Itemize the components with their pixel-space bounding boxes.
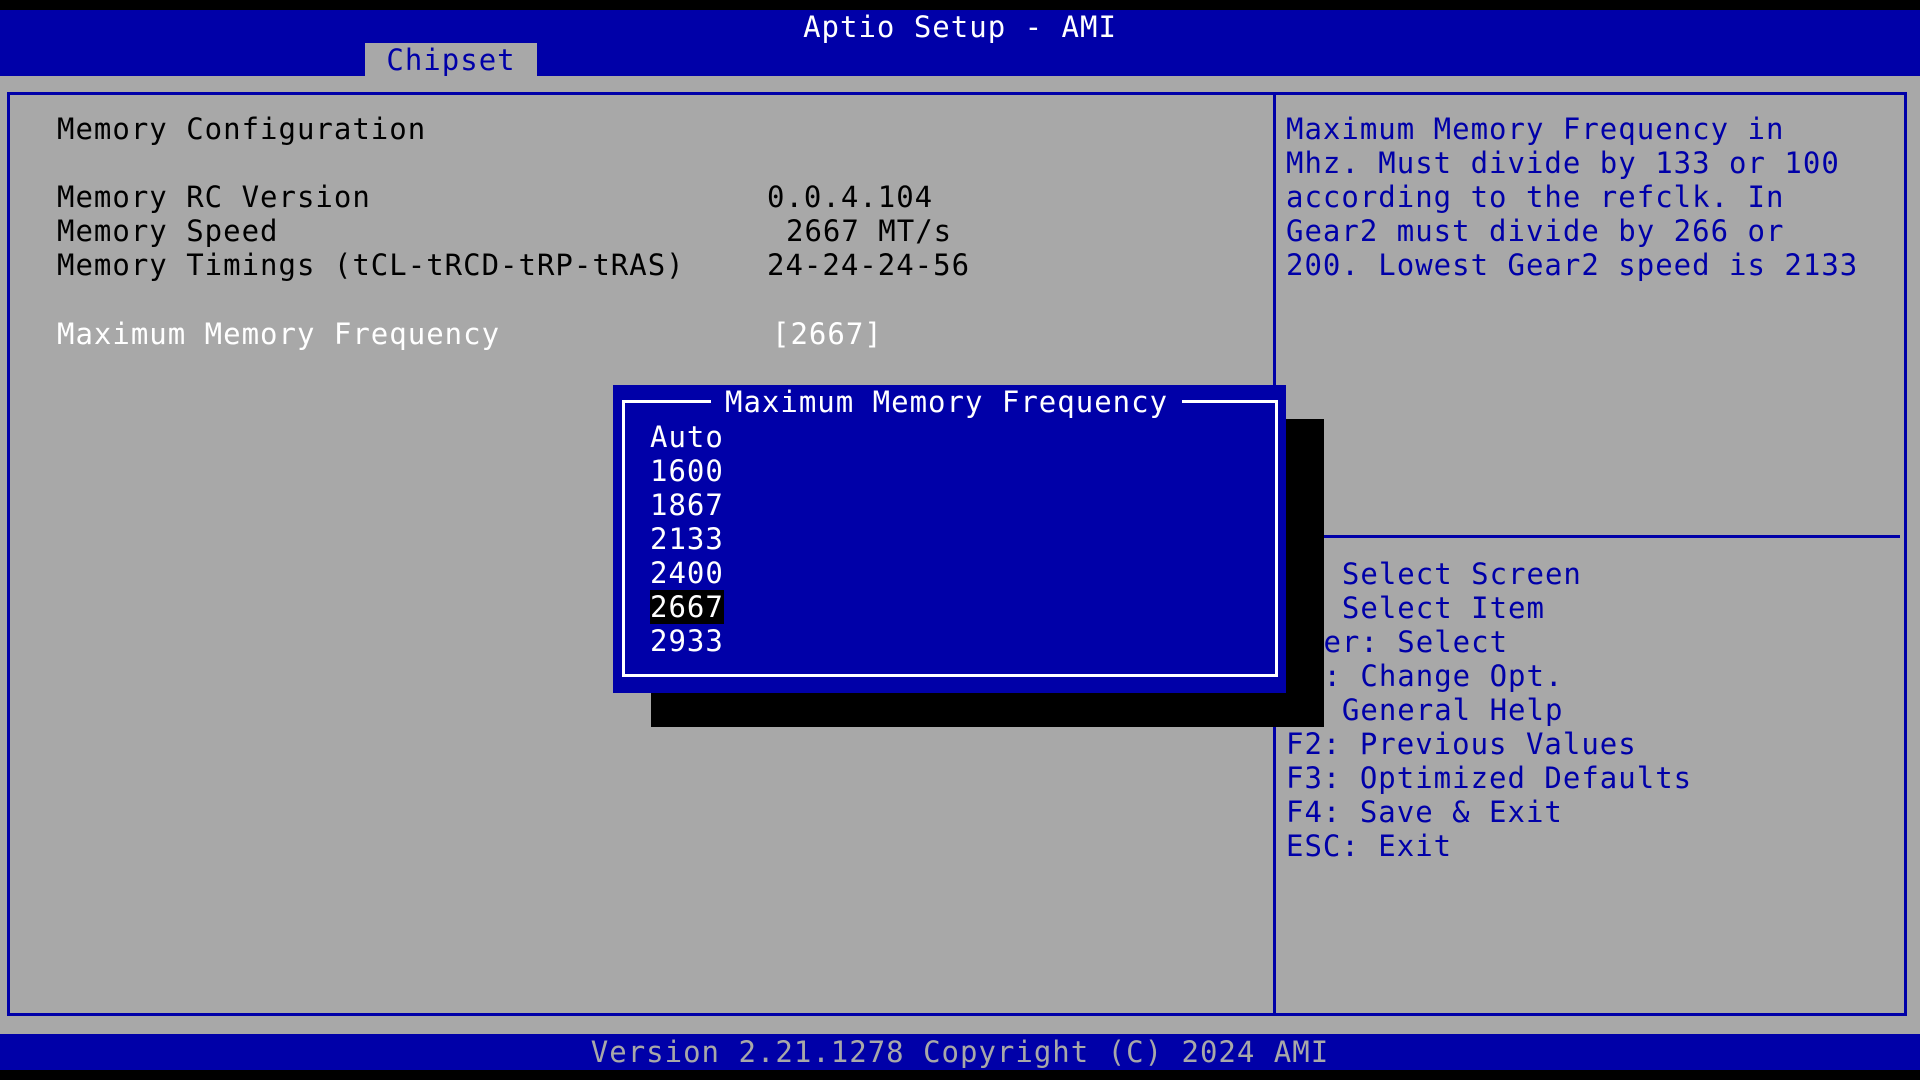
help-divider [1276, 535, 1900, 538]
version-footer: Version 2.21.1278 Copyright (C) 2024 AMI [590, 1035, 1330, 1069]
memory-timings-value: 24-24-24-56 [767, 248, 971, 282]
option-1600[interactable]: 1600 [650, 454, 724, 488]
key-hint-previous-values: F2: Previous Values [1286, 727, 1637, 761]
key-hint-exit: ESC: Exit [1286, 829, 1453, 863]
popup-title: Maximum Memory Frequency [711, 385, 1183, 419]
key-hint-enter-select: ter: Select [1305, 625, 1509, 659]
option-2133[interactable]: 2133 [650, 522, 724, 556]
key-hint-general-help: : General Help [1305, 693, 1564, 727]
help-text-line: Mhz. Must divide by 133 or 100 [1286, 146, 1840, 180]
help-text-line: according to the refclk. In [1286, 180, 1785, 214]
max-memory-frequency-setting[interactable]: Maximum Memory Frequency [57, 317, 500, 351]
option-2400[interactable]: 2400 [650, 556, 724, 590]
memory-speed-label: Memory Speed [57, 214, 279, 248]
memory-rc-version-value: 0.0.4.104 [767, 180, 934, 214]
section-title: Memory Configuration [57, 112, 427, 146]
key-hint-optimized-defaults: F3: Optimized Defaults [1286, 761, 1693, 795]
key-hint-select-screen: : Select Screen [1305, 557, 1582, 591]
help-text-line: 200. Lowest Gear2 speed is 2133 [1286, 248, 1859, 282]
window-title: Aptio Setup - AMI [803, 10, 1117, 44]
help-text-line: Gear2 must divide by 266 or [1286, 214, 1785, 248]
memory-speed-value: 2667 MT/s [786, 214, 953, 248]
key-hint-save-exit: F4: Save & Exit [1286, 795, 1563, 829]
option-2933[interactable]: 2933 [650, 624, 724, 658]
option-auto[interactable]: Auto [650, 420, 724, 454]
tab-chipset[interactable]: Chipset [365, 43, 537, 77]
help-text-line: Maximum Memory Frequency in [1286, 112, 1785, 146]
key-hint-change-opt: -: Change Opt. [1305, 659, 1564, 693]
key-hint-select-item: : Select Item [1305, 591, 1545, 625]
memory-rc-version-label: Memory RC Version [57, 180, 371, 214]
memory-timings-label: Memory Timings (tCL-tRCD-tRP-tRAS) [57, 248, 685, 282]
max-memory-frequency-value[interactable]: [2667] [772, 317, 883, 351]
option-1867[interactable]: 1867 [650, 488, 724, 522]
option-2667-selected[interactable]: 2667 [650, 590, 724, 624]
